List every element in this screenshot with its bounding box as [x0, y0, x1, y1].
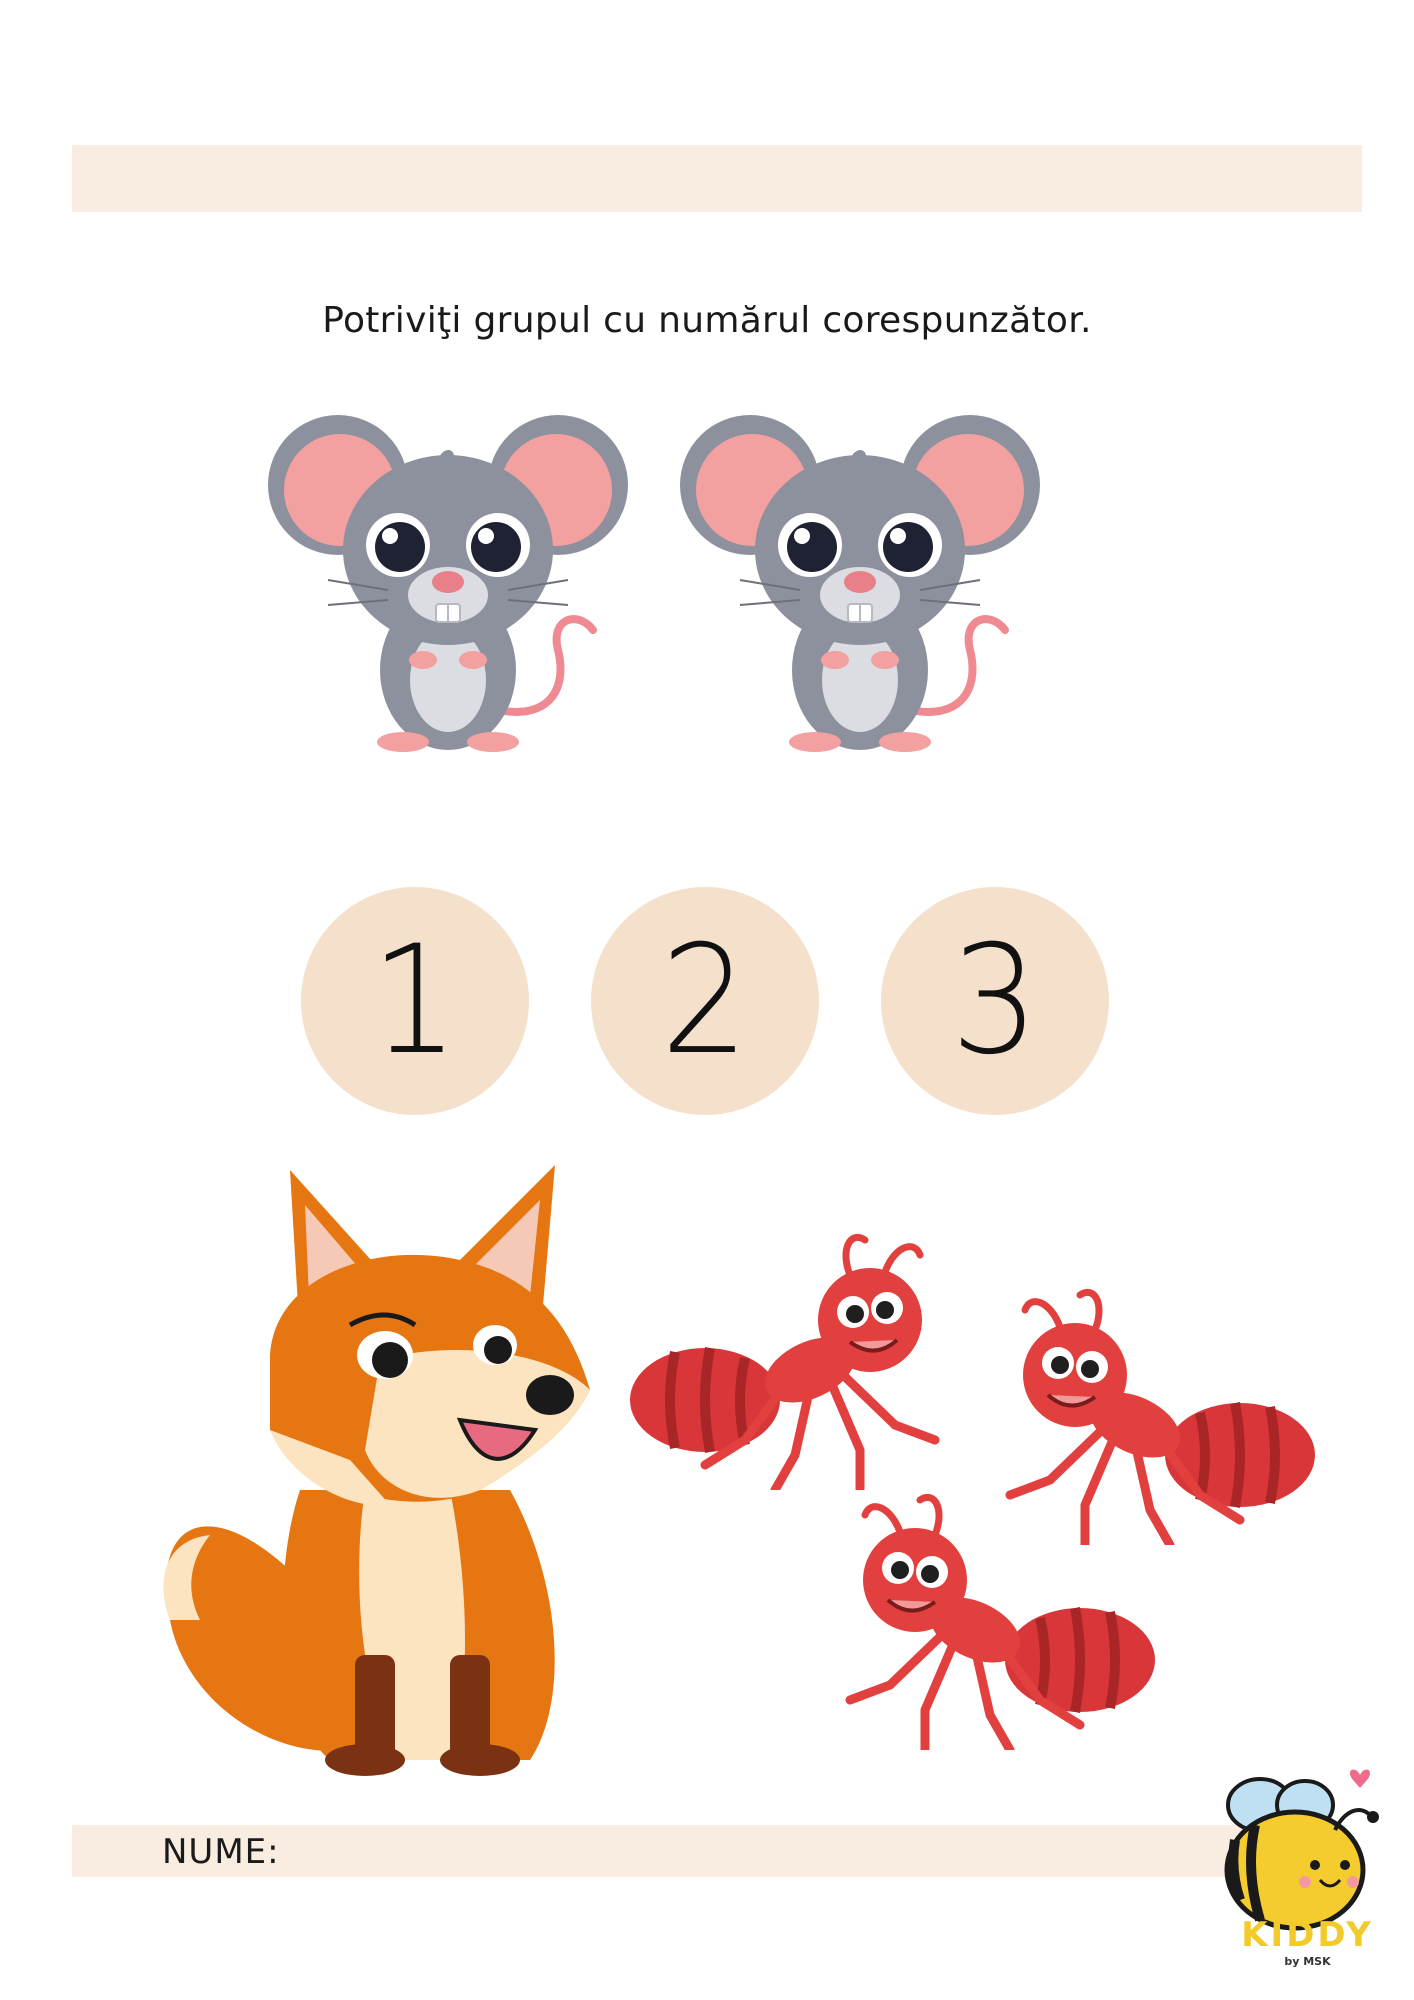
number-label: 1: [371, 914, 459, 1088]
name-label: NUME:: [162, 1832, 280, 1872]
number-circle-2[interactable]: 2: [591, 887, 819, 1115]
ant-icon: [840, 1490, 1160, 1750]
number-circle-3[interactable]: 3: [881, 887, 1109, 1115]
number-circle-1[interactable]: 1: [301, 887, 529, 1115]
brand-sub: by MSK: [1284, 1955, 1331, 1968]
header-band: [72, 145, 1362, 212]
mouse-icon: [680, 390, 1040, 760]
number-label: 3: [951, 914, 1039, 1088]
ant-icon: [625, 1230, 945, 1490]
fox-icon: [163, 1165, 590, 1776]
number-label: 2: [661, 914, 749, 1088]
mouse-icon: [268, 390, 628, 760]
brand-name: KIDDY: [1241, 1915, 1374, 1955]
instruction-text: Potriviţi grupul cu numărul corespunzăto…: [322, 300, 1092, 341]
